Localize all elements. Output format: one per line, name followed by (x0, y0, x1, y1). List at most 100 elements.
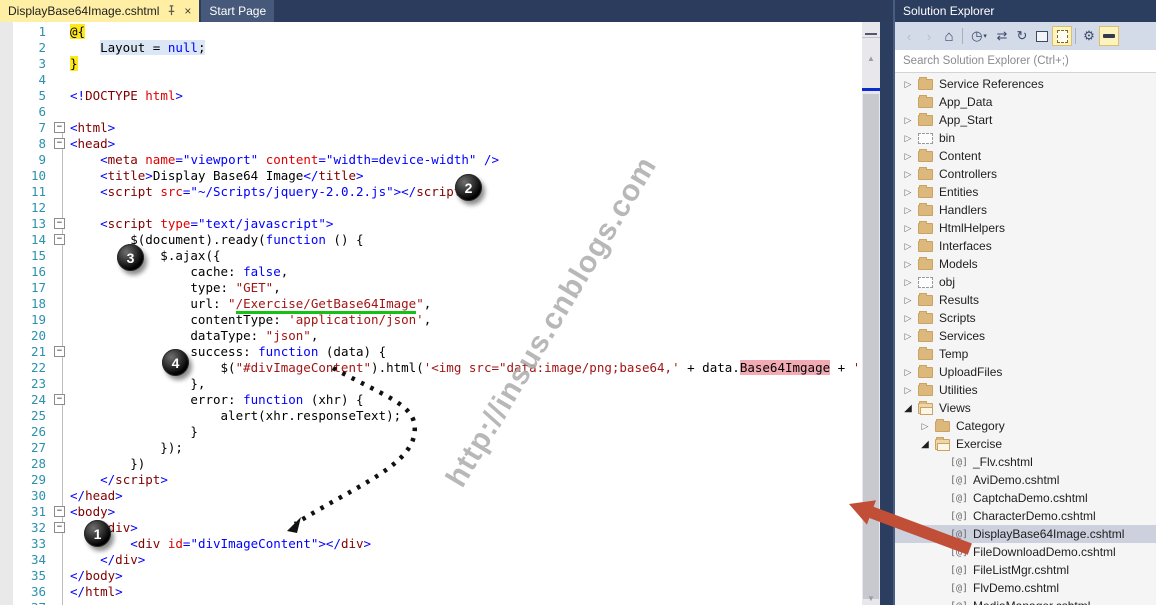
tree-item-content[interactable]: ▷ Content (895, 147, 1156, 165)
collapse-region-icon[interactable]: − (54, 234, 65, 245)
tree-collapsed-arrow-icon[interactable]: ▷ (901, 187, 915, 198)
collapse-region-icon[interactable]: − (54, 218, 65, 229)
code-line[interactable]: 28 }) (0, 456, 862, 472)
tree-item--flv-cshtml[interactable]: [@] _Flv.cshtml (895, 453, 1156, 471)
code-line[interactable]: 24− error: function (xhr) { (0, 392, 862, 408)
tree-item-characterdemo-cshtml[interactable]: [@] CharacterDemo.cshtml (895, 507, 1156, 525)
code-line[interactable]: 9 <meta name="viewport" content="width=d… (0, 152, 862, 168)
scroll-up-icon[interactable]: ▲ (862, 54, 880, 63)
tree-item-service-references[interactable]: ▷ Service References (895, 75, 1156, 93)
code-editor[interactable]: 1 @{2 Layout = null; 3} 4 5 <!DOCTYPE html> 6 7… (0, 22, 862, 605)
tree-item-scripts[interactable]: ▷ Scripts (895, 309, 1156, 327)
close-icon[interactable]: × (184, 5, 191, 17)
tree-item-htmlhelpers[interactable]: ▷ HtmlHelpers (895, 219, 1156, 237)
scrollbar-thumb[interactable] (863, 94, 879, 599)
tree-collapsed-arrow-icon[interactable]: ▷ (901, 223, 915, 234)
code-line[interactable]: 13− <script type="text/javascript"> (0, 216, 862, 232)
code-line[interactable]: 23 }, (0, 376, 862, 392)
code-line[interactable]: 6 (0, 104, 862, 120)
tree-collapsed-arrow-icon[interactable]: ▷ (901, 79, 915, 90)
tree-collapsed-arrow-icon[interactable]: ▷ (901, 115, 915, 126)
tree-collapsed-arrow-icon[interactable]: ▷ (918, 421, 932, 432)
code-line[interactable]: 1 @{ (0, 24, 862, 40)
code-line[interactable]: 12 (0, 200, 862, 216)
tree-collapsed-arrow-icon[interactable]: ▷ (901, 259, 915, 270)
tree-item-uploadfiles[interactable]: ▷ UploadFiles (895, 363, 1156, 381)
tree-item-utilities[interactable]: ▷ Utilities (895, 381, 1156, 399)
tree-collapsed-arrow-icon[interactable]: ▷ (901, 313, 915, 324)
collapse-all-icon[interactable] (1032, 26, 1052, 46)
split-window-handle[interactable] (862, 22, 880, 38)
tree-expanded-arrow-icon[interactable]: ◢ (918, 439, 932, 450)
tree-collapsed-arrow-icon[interactable]: ▷ (901, 205, 915, 216)
code-line[interactable]: 31− <body> (0, 504, 862, 520)
tree-item-results[interactable]: ▷ Results (895, 291, 1156, 309)
tree-collapsed-arrow-icon[interactable]: ▷ (901, 133, 915, 144)
tree-item-obj[interactable]: ▷ obj (895, 273, 1156, 291)
collapse-region-icon[interactable]: − (54, 346, 65, 357)
collapse-region-icon[interactable]: − (54, 138, 65, 149)
tree-collapsed-arrow-icon[interactable]: ▷ (901, 169, 915, 180)
tree-collapsed-arrow-icon[interactable]: ▷ (901, 151, 915, 162)
tree-item-entities[interactable]: ▷ Entities (895, 183, 1156, 201)
code-line[interactable]: 4 (0, 72, 862, 88)
tree-item-captchademo-cshtml[interactable]: [@] CaptchaDemo.cshtml (895, 489, 1156, 507)
tab-displaybase64image[interactable]: DisplayBase64Image.cshtml × (0, 0, 200, 22)
tree-item-bin[interactable]: ▷ bin (895, 129, 1156, 147)
tree-item-interfaces[interactable]: ▷ Interfaces (895, 237, 1156, 255)
tab-start-page[interactable]: Start Page (201, 0, 275, 22)
code-line[interactable]: 3} (0, 56, 862, 72)
tree-collapsed-arrow-icon[interactable]: ▷ (901, 295, 915, 306)
code-line[interactable]: 16 cache: false, (0, 264, 862, 280)
back-button[interactable]: ‹ (899, 26, 919, 46)
tree-item-flvdemo-cshtml[interactable]: [@] FlvDemo.cshtml (895, 579, 1156, 597)
code-line[interactable]: 19 contentType: 'application/json', (0, 312, 862, 328)
code-line[interactable]: 18 url: "/Exercise/GetBase64Image", (0, 296, 862, 314)
code-line[interactable]: 36 </html> (0, 584, 862, 600)
code-line[interactable]: 37 (0, 600, 862, 605)
tree-item-category[interactable]: ▷ Category (895, 417, 1156, 435)
search-input[interactable] (895, 55, 1156, 67)
editor-scrollbar[interactable]: ▲ ▼ (862, 22, 880, 605)
code-line[interactable]: 14− $(document).ready(function () { (0, 232, 862, 248)
tree-item-app-start[interactable]: ▷ App_Start (895, 111, 1156, 129)
collapse-region-icon[interactable]: − (54, 394, 65, 405)
tree-collapsed-arrow-icon[interactable]: ▷ (901, 241, 915, 252)
code-line[interactable]: 34 </div> (0, 552, 862, 568)
tree-item-filelistmgr-cshtml[interactable]: [@] FileListMgr.cshtml (895, 561, 1156, 579)
code-line[interactable]: 17 type: "GET", (0, 280, 862, 296)
code-line[interactable]: 2 Layout = null; (0, 40, 862, 56)
pin-icon[interactable] (166, 4, 177, 18)
tree-item-exercise[interactable]: ◢ Exercise (895, 435, 1156, 453)
pending-changes-filter-icon[interactable]: ◷ ▾ (966, 26, 992, 46)
code-line[interactable]: 32− <div> (0, 520, 862, 536)
collapse-region-icon[interactable]: − (54, 522, 65, 533)
tree-item-mediamanager-cshtml[interactable]: [@]MediaManager.cshtml (895, 597, 1156, 605)
sync-with-active-document-icon[interactable]: ⇄ (992, 26, 1012, 46)
refresh-icon[interactable]: ↻ (1012, 26, 1032, 46)
code-line[interactable]: 26 } (0, 424, 862, 440)
code-line[interactable]: 10 <title>Display Base64 Image</title> (0, 168, 862, 184)
code-line[interactable]: 33 <div id="divImageContent"></div> (0, 536, 862, 552)
tree-item-handlers[interactable]: ▷ Handlers (895, 201, 1156, 219)
tree-item-app-data[interactable]: App_Data (895, 93, 1156, 111)
tree-item-displaybase64image-cshtml[interactable]: [@] DisplayBase64Image.cshtml (895, 525, 1156, 543)
code-line[interactable]: 21− success: function (data) { (0, 344, 862, 360)
code-line[interactable]: 15 $.ajax({ (0, 248, 862, 264)
code-line[interactable]: 30 </head> (0, 488, 862, 504)
properties-wrench-icon[interactable]: ⚙ (1079, 26, 1099, 46)
tree-collapsed-arrow-icon[interactable]: ▷ (901, 277, 915, 288)
tree-item-services[interactable]: ▷ Services (895, 327, 1156, 345)
tree-expanded-arrow-icon[interactable]: ◢ (901, 403, 915, 414)
code-line[interactable]: 27 }); (0, 440, 862, 456)
code-line[interactable]: 29 </script> (0, 472, 862, 488)
code-line[interactable]: 8− <head> (0, 136, 862, 152)
code-line[interactable]: 7− <html> (0, 120, 862, 136)
code-line[interactable]: 35 </body> (0, 568, 862, 584)
code-line[interactable]: 20 dataType: "json", (0, 328, 862, 344)
code-line[interactable]: 5 <!DOCTYPE html> (0, 88, 862, 104)
scroll-down-icon[interactable]: ▼ (862, 594, 880, 603)
tree-collapsed-arrow-icon[interactable]: ▷ (901, 367, 915, 378)
code-line[interactable]: 25 alert(xhr.responseText); (0, 408, 862, 424)
preview-selected-items-icon[interactable] (1099, 26, 1119, 46)
